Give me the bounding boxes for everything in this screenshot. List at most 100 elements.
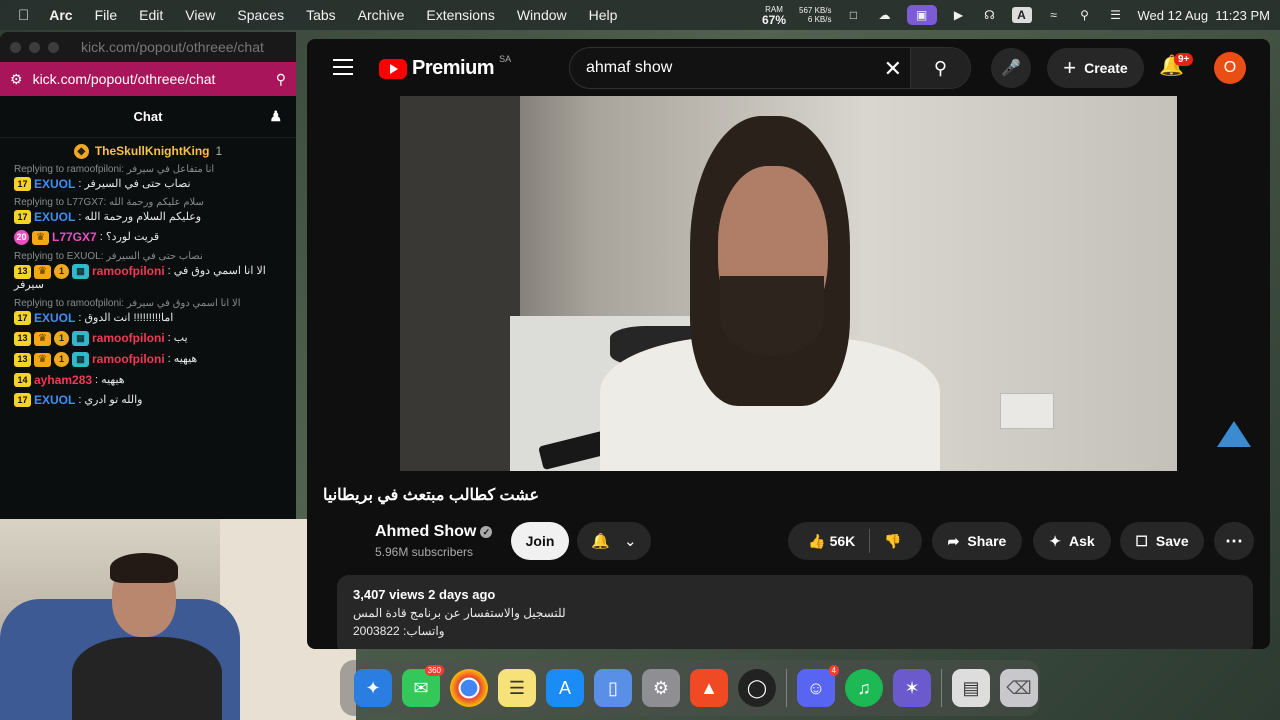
video-player[interactable] — [400, 96, 1177, 471]
search-button[interactable]: ⚲ — [910, 48, 970, 88]
control-center-icon[interactable]: ☰ — [1107, 7, 1125, 23]
reply-reference[interactable]: Replying to L77GX7: سلام عليكم ورحمة الل… — [14, 197, 296, 209]
net-down: 6 KB/s — [807, 15, 832, 24]
ram-value: 67% — [762, 12, 787, 27]
menu-view[interactable]: View — [185, 7, 215, 23]
minimize-window-button[interactable] — [29, 41, 40, 53]
url-text[interactable]: kick.com/popout/othreee/chat — [33, 71, 216, 87]
chat-username[interactable]: ramoofpiloni — [92, 353, 165, 366]
more-icon: ⋯ — [1225, 530, 1243, 551]
mouse-cursor-icon — [968, 492, 978, 508]
ask-label: Ask — [1069, 533, 1095, 549]
brave-icon[interactable]: ▲ — [690, 669, 728, 707]
chat-username[interactable]: EXUOL — [34, 311, 75, 325]
creative-app-icon[interactable]: ✶ — [893, 669, 931, 707]
ask-button[interactable]: ✦ Ask — [1033, 522, 1111, 560]
chat-text: : اما!!!!!!!!! انت الدوق — [78, 311, 174, 324]
youtube-play-logo-icon — [379, 58, 407, 79]
cloud-icon[interactable]: ☁ — [876, 7, 894, 23]
chat-username[interactable]: ramoofpiloni — [92, 332, 165, 345]
messages-icon[interactable]: ✉ 360 — [402, 665, 444, 707]
menu-window[interactable]: Window — [517, 7, 567, 23]
url-bar[interactable]: ⚙ kick.com/popout/othreee/chat ⚲ — [0, 62, 296, 96]
app-store-icon[interactable]: A — [546, 669, 584, 707]
subscriber-level-badge: 20 — [14, 230, 29, 245]
share-button[interactable]: ➦ Share — [932, 522, 1022, 560]
channel-name[interactable]: Ahmed Show ✓ — [375, 523, 493, 541]
chat-username[interactable]: EXUOL — [34, 177, 75, 191]
users-icon[interactable]: ♟ — [269, 108, 282, 125]
menu-archive[interactable]: Archive — [358, 7, 405, 23]
clear-search-icon[interactable]: ✕ — [884, 56, 902, 82]
pinned-username[interactable]: TheSkullKnightKing — [95, 144, 210, 158]
channel-name-text[interactable]: Ahmed Show — [375, 523, 476, 540]
apple-menu-icon[interactable]:  — [18, 7, 29, 24]
finder-icon[interactable]: ▯ — [594, 669, 632, 707]
join-button[interactable]: Join — [511, 522, 569, 560]
like-count: 56K — [829, 532, 856, 549]
youtube-premium-logo[interactable]: Premium SA — [379, 54, 511, 80]
trash-icon[interactable]: ⌫ — [1000, 669, 1038, 707]
screen-share-icon[interactable]: ▣ — [906, 5, 937, 25]
menu-extensions[interactable]: Extensions — [426, 7, 494, 23]
chat-text: : هيهيه — [167, 353, 198, 365]
chat-text: : يب — [167, 332, 188, 344]
chat-username[interactable]: EXUOL — [34, 393, 75, 407]
screenshot-icon[interactable]: □ — [845, 7, 863, 23]
pinned-user[interactable]: ◆ TheSkullKnightKing 1 — [0, 138, 296, 164]
site-settings-icon[interactable]: ⚙ — [10, 71, 23, 88]
subscriber-level-badge: 13 — [14, 352, 31, 367]
obs-icon[interactable]: ◯ — [738, 669, 776, 707]
search-icon[interactable]: ⚲ — [276, 71, 286, 88]
create-label: Create — [1084, 60, 1128, 76]
chat-text: : هيهيه — [95, 373, 125, 386]
search-input[interactable]: ahmaf show — [586, 59, 672, 77]
headphones-icon[interactable]: ☊ — [981, 7, 999, 23]
like-button[interactable]: 👍 56K — [808, 533, 855, 550]
create-button[interactable]: + Create — [1047, 48, 1144, 88]
wifi-icon[interactable]: ≈ — [1045, 7, 1063, 23]
reply-reference[interactable]: Replying to EXUOL: نصاب حتى في السيرفر — [14, 251, 296, 263]
discord-icon[interactable]: ☺ 4 — [797, 665, 839, 707]
chat-username[interactable]: ramoofpiloni — [92, 265, 165, 278]
subscription-notifications-button[interactable]: 🔔 ⌄ — [577, 522, 651, 560]
description-line-1: للتسجيل والاستفسار عن برنامج قادة المس — [353, 606, 566, 620]
chat-username[interactable]: ayham283 — [34, 373, 92, 387]
save-button[interactable]: ☐ Save — [1120, 522, 1204, 560]
notes-icon[interactable]: ☰ — [498, 669, 536, 707]
dislike-button[interactable]: 👎 — [884, 533, 901, 550]
account-avatar[interactable]: O — [1214, 52, 1246, 84]
spotify-icon[interactable]: ♫ — [845, 669, 883, 707]
menu-help[interactable]: Help — [589, 7, 618, 23]
menu-file[interactable]: File — [95, 7, 118, 23]
zoom-window-button[interactable] — [48, 41, 59, 53]
chat-username[interactable]: EXUOL — [34, 210, 75, 224]
menu-edit[interactable]: Edit — [139, 7, 163, 23]
ram-indicator[interactable]: RAM 67% — [762, 5, 786, 26]
menu-spaces[interactable]: Spaces — [237, 7, 284, 23]
keyboard-input-icon[interactable]: A — [1011, 7, 1032, 23]
chat-username[interactable]: L77GX7 — [52, 231, 97, 244]
video-description[interactable]: 3,407 views 2 days ago للتسجيل والاستفسا… — [337, 575, 1253, 649]
microphone-icon: 🎤 — [1001, 60, 1021, 77]
voice-search-button[interactable]: 🎤 — [991, 48, 1031, 88]
safari-icon[interactable]: ✦ — [354, 669, 392, 707]
chrome-icon[interactable] — [450, 669, 488, 707]
menu-app-name[interactable]: Arc — [49, 7, 72, 23]
channel-watermark-icon[interactable] — [1217, 421, 1251, 447]
close-window-button[interactable] — [10, 41, 21, 53]
system-settings-icon[interactable]: ⚙ — [642, 669, 680, 707]
more-actions-button[interactable]: ⋯ — [1214, 522, 1254, 560]
hamburger-menu-icon[interactable] — [333, 59, 353, 75]
reply-reference[interactable]: Replying to ramoofpiloni: الا انا اسمي د… — [14, 298, 296, 310]
reply-reference[interactable]: Replying to ramoofpiloni: انا متفاعل في … — [14, 164, 296, 176]
video-title: عشت كطالب مبتعث في بريطانيا — [323, 487, 540, 504]
menu-tabs[interactable]: Tabs — [306, 7, 336, 23]
network-indicator[interactable]: 567 KB/s 6 KB/s — [799, 6, 831, 24]
clock[interactable]: Wed 12 Aug 11:23 PM — [1138, 8, 1271, 23]
downloads-stack-icon[interactable]: ▤ — [952, 669, 990, 707]
search-box[interactable]: ahmaf show ✕ ⚲ — [569, 47, 971, 89]
description-line-2: واتساب: 2003822 — [353, 624, 445, 638]
play-icon[interactable]: ▶ — [950, 7, 968, 23]
spotlight-search-icon[interactable]: ⚲ — [1076, 7, 1094, 23]
